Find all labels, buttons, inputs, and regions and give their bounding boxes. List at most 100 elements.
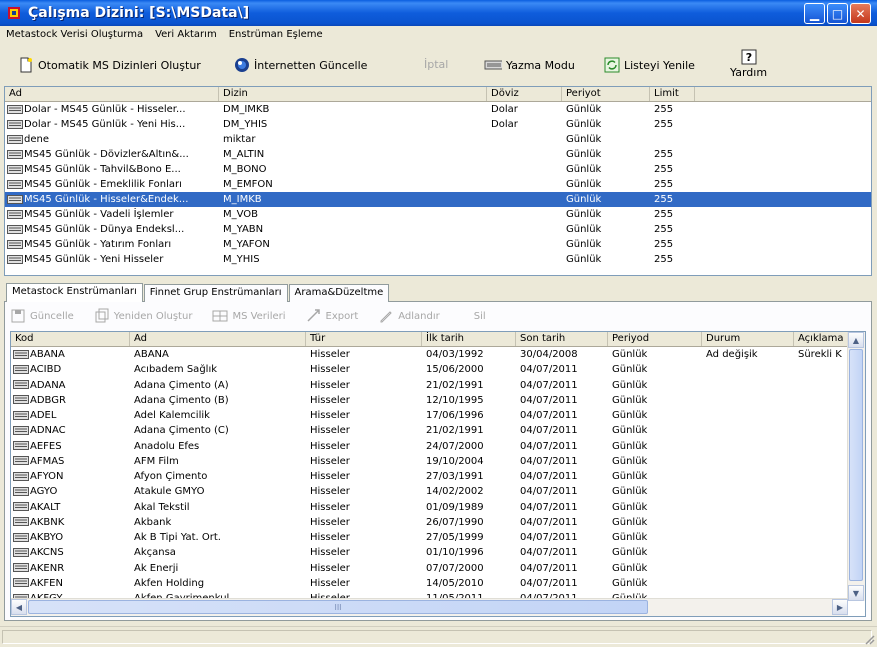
column-header-period[interactable]: Periyod: [608, 332, 702, 346]
vertical-scrollbar[interactable]: ▲ ▼: [847, 332, 865, 601]
instrument-row[interactable]: AGYO Atakule GMYO Hisseler 14/02/2002 04/07/…: [11, 484, 865, 499]
inst-type: Hisseler: [310, 501, 350, 513]
vertical-scroll-thumb[interactable]: [849, 349, 863, 581]
rename-button[interactable]: Adlandır: [378, 308, 440, 324]
tab-finnet-instruments[interactable]: Finnet Grup Enstrümanları: [143, 284, 288, 302]
create-dirs-button[interactable]: Otomatik MS Dizinleri Oluştur: [18, 57, 201, 73]
resize-grip-icon[interactable]: [863, 633, 875, 645]
inst-code: ADANA: [11, 378, 130, 393]
refresh-list-button[interactable]: Listeyi Yenile: [604, 57, 695, 73]
instrument-grid-header: Kod Ad Tür İlk tarih Son tarih Periyod D…: [11, 332, 865, 347]
column-header-dizin[interactable]: Dizin: [219, 87, 487, 101]
title-bar[interactable]: Çalışma Dizini: [S:\MSData\] ▁ □ ✕: [0, 0, 877, 26]
instrument-row[interactable]: AKALT Akal Tekstil Hisseler 01/09/1989 04/07…: [11, 500, 865, 515]
column-header-type[interactable]: Tür: [306, 332, 422, 346]
inst-description: [794, 500, 850, 515]
inst-description: [794, 393, 850, 408]
column-header-doviz[interactable]: Döviz: [487, 87, 562, 101]
inst-first-date: 15/06/2000: [426, 364, 484, 376]
directory-row[interactable]: MS45 Günlük - Tahvil&Bono E... M_BONO Günl…: [5, 162, 871, 177]
column-header-periyot[interactable]: Periyot: [562, 87, 650, 101]
instrument-row[interactable]: AKBYO Ak B Tipi Yat. Ort. Hisseler 27/05/19…: [11, 530, 865, 545]
minimize-button[interactable]: ▁: [804, 3, 825, 24]
instrument-keyboard-icon: [13, 410, 29, 420]
directory-row[interactable]: Dolar - MS45 Günlük - Hisseler... DM_IMKB…: [5, 102, 871, 117]
directory-row[interactable]: MS45 Günlük - Hisseler&Endek... M_IMKB Gün…: [5, 192, 871, 207]
instrument-keyboard-icon: [13, 502, 29, 511]
folder-period: Günlük: [566, 164, 602, 175]
instrument-row[interactable]: ABANA ABANA Hisseler 04/03/1992 30/04/2008 Gü…: [11, 347, 865, 362]
folder-limit: 255: [654, 254, 674, 265]
update-button[interactable]: Güncelle: [10, 308, 74, 324]
directory-list: Ad Dizin Döviz Periyot Limit Dolar - MS4…: [4, 86, 872, 276]
directory-row[interactable]: MS45 Günlük - Vadeli İşlemler M_VOB Günlük…: [5, 207, 871, 222]
directory-row[interactable]: dene miktar Günlük: [5, 132, 871, 147]
directory-row[interactable]: MS45 Günlük - Dövizler&Altın&... M_ALTIN G…: [5, 147, 871, 162]
inst-first-date: 14/05/2010: [426, 577, 484, 589]
scroll-up-button[interactable]: ▲: [848, 332, 864, 348]
inst-first-date: 07/07/2000: [426, 562, 484, 574]
folder-currency: [487, 222, 562, 237]
instrument-row[interactable]: AFYON Afyon Çimento Hisseler 27/03/1991 04/0…: [11, 469, 865, 484]
inst-period: Günlük: [612, 562, 648, 574]
write-mode-button[interactable]: Yazma Modu: [482, 57, 575, 73]
instrument-row[interactable]: ADANA Adana Çimento (A) Hisseler 21/02/1991…: [11, 378, 865, 393]
inst-last-date: 04/07/2011: [520, 516, 578, 528]
column-header-name[interactable]: Ad: [130, 332, 306, 346]
inst-last-date: 04/07/2011: [520, 379, 578, 391]
menu-item-data-transfer[interactable]: Veri Aktarım: [149, 29, 223, 40]
instrument-keyboard-icon: [13, 532, 29, 542]
instrument-row[interactable]: AKBNK Akbank Hisseler 26/07/1990 04/07/2011 G…: [11, 515, 865, 530]
tab-metastock-instruments[interactable]: Metastock Enstrümanları: [6, 283, 143, 302]
column-header-first-date[interactable]: İlk tarih: [422, 332, 516, 346]
directory-row[interactable]: MS45 Günlük - Emeklilik Fonları M_EMFON Gü…: [5, 177, 871, 192]
menu-item-metastock[interactable]: Metastock Verisi Oluşturma: [0, 29, 149, 40]
column-header-ad[interactable]: Ad: [5, 87, 219, 101]
rebuild-button[interactable]: Yeniden Oluştur: [94, 308, 192, 324]
instrument-row[interactable]: ACIBD Acıbadem Sağlık Hisseler 15/06/2000 04…: [11, 362, 865, 377]
column-header-last-date[interactable]: Son tarih: [516, 332, 608, 346]
column-header-limit[interactable]: Limit: [650, 87, 695, 101]
instrument-row[interactable]: ADBGR Adana Çimento (B) Hisseler 12/10/1995…: [11, 393, 865, 408]
chevron-left-icon: ◀: [15, 602, 23, 612]
maximize-button[interactable]: □: [827, 3, 848, 24]
inst-type: Hisseler: [310, 455, 350, 467]
delete-button[interactable]: Sil: [460, 311, 486, 322]
directory-row[interactable]: Dolar - MS45 Günlük - Yeni His... DM_YHIS…: [5, 117, 871, 132]
instrument-row[interactable]: AKCNS Akçansa Hisseler 01/10/1996 04/07/2011…: [11, 545, 865, 560]
help-button[interactable]: ? Yardım: [730, 49, 767, 79]
copy-icon: [95, 308, 109, 323]
inst-status: [702, 515, 794, 530]
inst-type: Hisseler: [310, 440, 350, 452]
column-header-status[interactable]: Durum: [702, 332, 794, 346]
inst-type: Hisseler: [310, 410, 350, 421]
ms-data-button[interactable]: MS Verileri: [212, 308, 286, 324]
column-header-description[interactable]: Açıklama: [794, 332, 850, 346]
instrument-row[interactable]: AKFEN Akfen Holding Hisseler 14/05/2010 04/0…: [11, 576, 865, 591]
update-internet-button[interactable]: İnternetten Güncelle: [234, 57, 367, 73]
inst-type: Hisseler: [310, 364, 350, 376]
column-header-kod[interactable]: Kod: [11, 332, 130, 346]
instrument-row[interactable]: ADEL Adel Kalemcilik Hisseler 17/06/1996 04/…: [11, 408, 865, 423]
menu-item-instrument-match[interactable]: Enstrüman Eşleme: [223, 29, 329, 40]
cancel-button[interactable]: İptal: [424, 58, 448, 71]
instrument-row[interactable]: AFMAS AFM Film Hisseler 19/10/2004 04/07/201…: [11, 454, 865, 469]
scroll-down-button[interactable]: ▼: [848, 585, 864, 601]
instrument-row[interactable]: AEFES Anadolu Efes Hisseler 24/07/2000 04/07…: [11, 439, 865, 454]
directory-row[interactable]: MS45 Günlük - Yeni Hisseler M_YHIS Günlük 2…: [5, 252, 871, 267]
directory-row[interactable]: MS45 Günlük - Dünya Endeksl... M_YABN Günl…: [5, 222, 871, 237]
instrument-row[interactable]: ADNAC Adana Çimento (C) Hisseler 21/02/1991…: [11, 423, 865, 438]
horizontal-scroll-thumb[interactable]: III: [28, 600, 648, 614]
main-toolbar: Otomatik MS Dizinleri Oluştur İnternette…: [0, 45, 877, 85]
inst-status: [702, 378, 794, 393]
instrument-row[interactable]: AKENR Ak Enerji Hisseler 07/07/2000 04/07/20…: [11, 561, 865, 576]
inst-last-date: 04/07/2011: [520, 394, 578, 406]
tab-search-edit[interactable]: Arama&Düzeltme: [288, 284, 390, 302]
scroll-right-button[interactable]: ▶: [832, 599, 848, 615]
directory-row[interactable]: MS45 Günlük - Yatırım Fonları M_YAFON Günl…: [5, 237, 871, 252]
column-header-filler: [695, 87, 871, 101]
scroll-left-button[interactable]: ◀: [11, 599, 27, 615]
horizontal-scrollbar[interactable]: ◀ III ▶: [11, 598, 848, 616]
close-button[interactable]: ✕: [850, 3, 871, 24]
export-button[interactable]: Export: [306, 308, 358, 324]
